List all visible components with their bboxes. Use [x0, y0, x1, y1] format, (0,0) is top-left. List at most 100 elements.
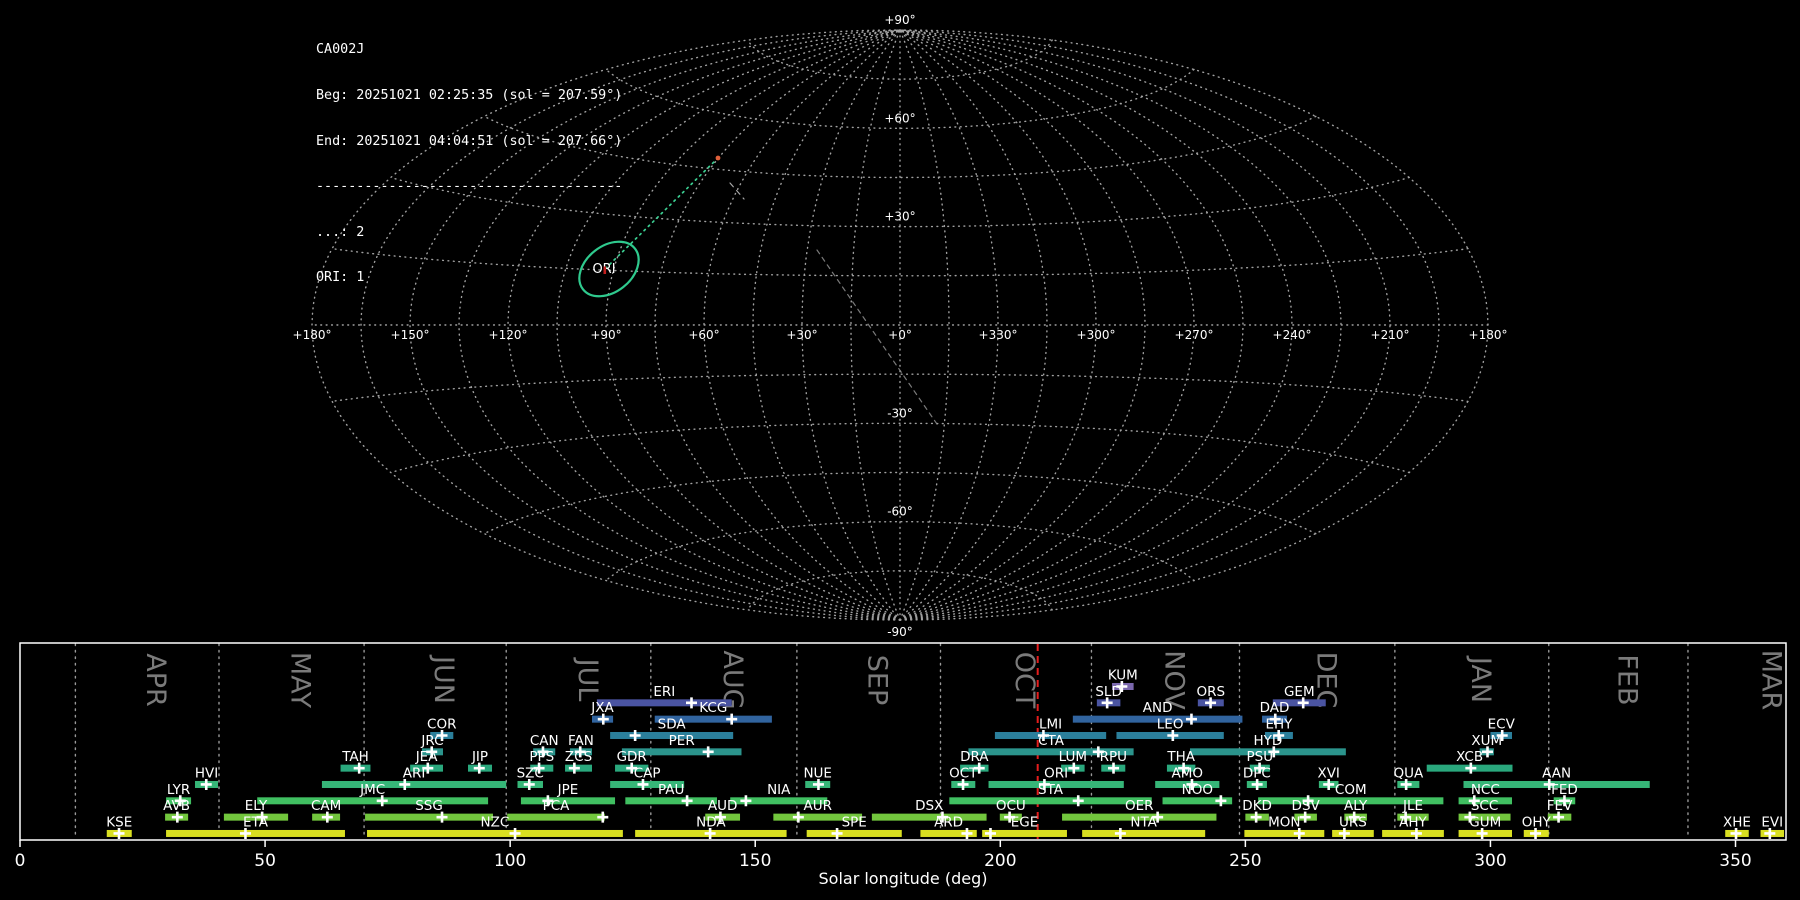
- x-tick-label: 50: [254, 851, 276, 871]
- latitude-label: +30°: [884, 210, 915, 224]
- shower-code-label: GEM: [1284, 684, 1315, 700]
- shower-activity-bar: [949, 797, 1151, 804]
- longitude-label: +270°: [1175, 328, 1214, 342]
- shower-code-label: EGE: [1011, 814, 1039, 830]
- shower-code-label: PER: [669, 733, 695, 749]
- shower-peak-marker: [793, 812, 804, 823]
- shower-code-label: JEA: [415, 749, 439, 765]
- shower-code-label: HYD: [1254, 733, 1283, 749]
- activity-chart: APRMAYJUNJULAUGSEPOCTNOVDECJANFEBMARKUME…: [15, 643, 1787, 888]
- separator-line: --------------------------------------: [316, 179, 622, 194]
- shower-activity-bar: [367, 830, 623, 837]
- shower-peak-marker: [597, 812, 608, 823]
- shower-activity-bar: [257, 797, 488, 804]
- shower-activity-bar: [1244, 830, 1324, 837]
- meridian-gridline: [900, 30, 1488, 620]
- latitude-label: -90°: [887, 625, 913, 639]
- month-label: MAR: [1755, 650, 1786, 711]
- sporadic-track-2: [817, 250, 939, 427]
- shower-peak-marker: [961, 828, 972, 839]
- shower-code-label: JPE: [557, 782, 579, 798]
- shower-code-label: ERI: [653, 684, 675, 700]
- shower-peak-marker: [630, 730, 641, 741]
- longitude-label: +240°: [1273, 328, 1312, 342]
- shower-code-label: OER: [1125, 798, 1154, 814]
- shower-activity-bar: [625, 797, 717, 804]
- shower-code-label: ETA: [243, 814, 269, 830]
- longitude-label: +30°: [786, 328, 817, 342]
- shower-code-label: STA: [1038, 782, 1064, 798]
- shower-peak-marker: [740, 795, 751, 806]
- longitude-label: +60°: [688, 328, 719, 342]
- longitude-label: +300°: [1077, 328, 1116, 342]
- shower-code-label: ALY: [1344, 798, 1368, 814]
- shower-code-label: SDA: [658, 716, 687, 732]
- camera-code: CA002J: [316, 42, 622, 57]
- shower-activity-bar: [807, 830, 902, 837]
- month-label: MAY: [285, 652, 316, 709]
- latitude-label: +60°: [884, 111, 915, 125]
- shower-row: KSEETANZCNDASPEARDEGENTAMONURSAHYGUMOHYX…: [106, 814, 1784, 839]
- shower-peak-marker: [1186, 714, 1197, 725]
- month-label: FEB: [1611, 654, 1642, 705]
- shower-code-label: NOO: [1182, 782, 1213, 798]
- shower-activity-bar: [872, 814, 987, 821]
- shower-code-label: NTA: [1130, 814, 1157, 830]
- longitude-label: +0°: [888, 328, 912, 342]
- shower-code-label: QUA: [1393, 765, 1424, 781]
- shower-code-label: LEO: [1157, 716, 1184, 732]
- shower-code-label: LYR: [167, 782, 190, 798]
- end-time-line: End: 20251021 04:04:51 (sol = 207.66°): [316, 134, 622, 149]
- longitude-label: +330°: [979, 328, 1018, 342]
- month-label: JUL: [572, 657, 603, 702]
- shower-peak-marker: [510, 828, 521, 839]
- longitude-label: +210°: [1371, 328, 1410, 342]
- shower-code-label: KCG: [699, 700, 727, 716]
- parallel-gridline: [484, 473, 1316, 534]
- x-tick-label: 300: [1474, 851, 1506, 871]
- month-label: APR: [140, 653, 171, 707]
- shower-code-label: SPE: [842, 814, 867, 830]
- shower-code-label: CAP: [634, 765, 661, 781]
- shower-code-label: DRA: [960, 749, 989, 765]
- x-tick-label: 150: [739, 851, 771, 871]
- shower-code-label: ORI: [1044, 765, 1068, 781]
- shower-code-label: SCC: [1471, 798, 1498, 814]
- shower-code-label: THA: [1166, 749, 1195, 765]
- shower-peak-marker: [985, 828, 996, 839]
- longitude-label: +180°: [293, 328, 332, 342]
- shower-code-label: FEV: [1547, 798, 1573, 814]
- shower-code-label: AUD: [708, 798, 738, 814]
- shower-activity-bar: [1082, 830, 1205, 837]
- shower-code-label: SLD: [1095, 684, 1122, 700]
- ori-count: ORI: 1: [316, 270, 622, 285]
- meteor-observation-screen: CA002J Beg: 20251021 02:25:35 (sol = 207…: [0, 0, 1800, 900]
- shower-activity-bar: [365, 814, 493, 821]
- radiant-map-and-activity-chart: +90°+60°+30°-30°-60°-90°+180°+150°+120°+…: [0, 0, 1800, 900]
- x-tick-label: 350: [1719, 851, 1751, 871]
- shower-code-label: DSX: [915, 798, 943, 814]
- meteor-tracks: [606, 156, 939, 427]
- shower-code-label: ARD: [934, 814, 963, 830]
- month-label: SEP: [861, 655, 892, 705]
- x-tick-label: 200: [984, 851, 1016, 871]
- shower-code-label: GUM: [1469, 814, 1501, 830]
- meridian-gridline: [655, 30, 900, 620]
- shower-code-label: ZCS: [565, 749, 592, 765]
- shower-activity-bar: [507, 814, 605, 821]
- shower-code-label: CTA: [1038, 733, 1065, 749]
- shower-code-label: AND: [1143, 700, 1173, 716]
- x-axis-title: Solar longitude (deg): [819, 869, 988, 888]
- shower-activity-bar: [1332, 830, 1374, 837]
- shower-peak-marker: [1073, 795, 1084, 806]
- shower-code-label: MON: [1268, 814, 1300, 830]
- latitude-label: +90°: [884, 13, 915, 27]
- shower-peak-marker: [1215, 795, 1226, 806]
- shower-code-label: AMO: [1172, 765, 1204, 781]
- shower-activity-bar: [166, 830, 345, 837]
- longitude-label: +180°: [1469, 328, 1508, 342]
- shower-peak-marker: [686, 697, 697, 708]
- shower-code-label: COM: [1335, 782, 1367, 798]
- longitude-label: +90°: [590, 328, 621, 342]
- begin-time-line: Beg: 20251021 02:25:35 (sol = 207.59°): [316, 88, 622, 103]
